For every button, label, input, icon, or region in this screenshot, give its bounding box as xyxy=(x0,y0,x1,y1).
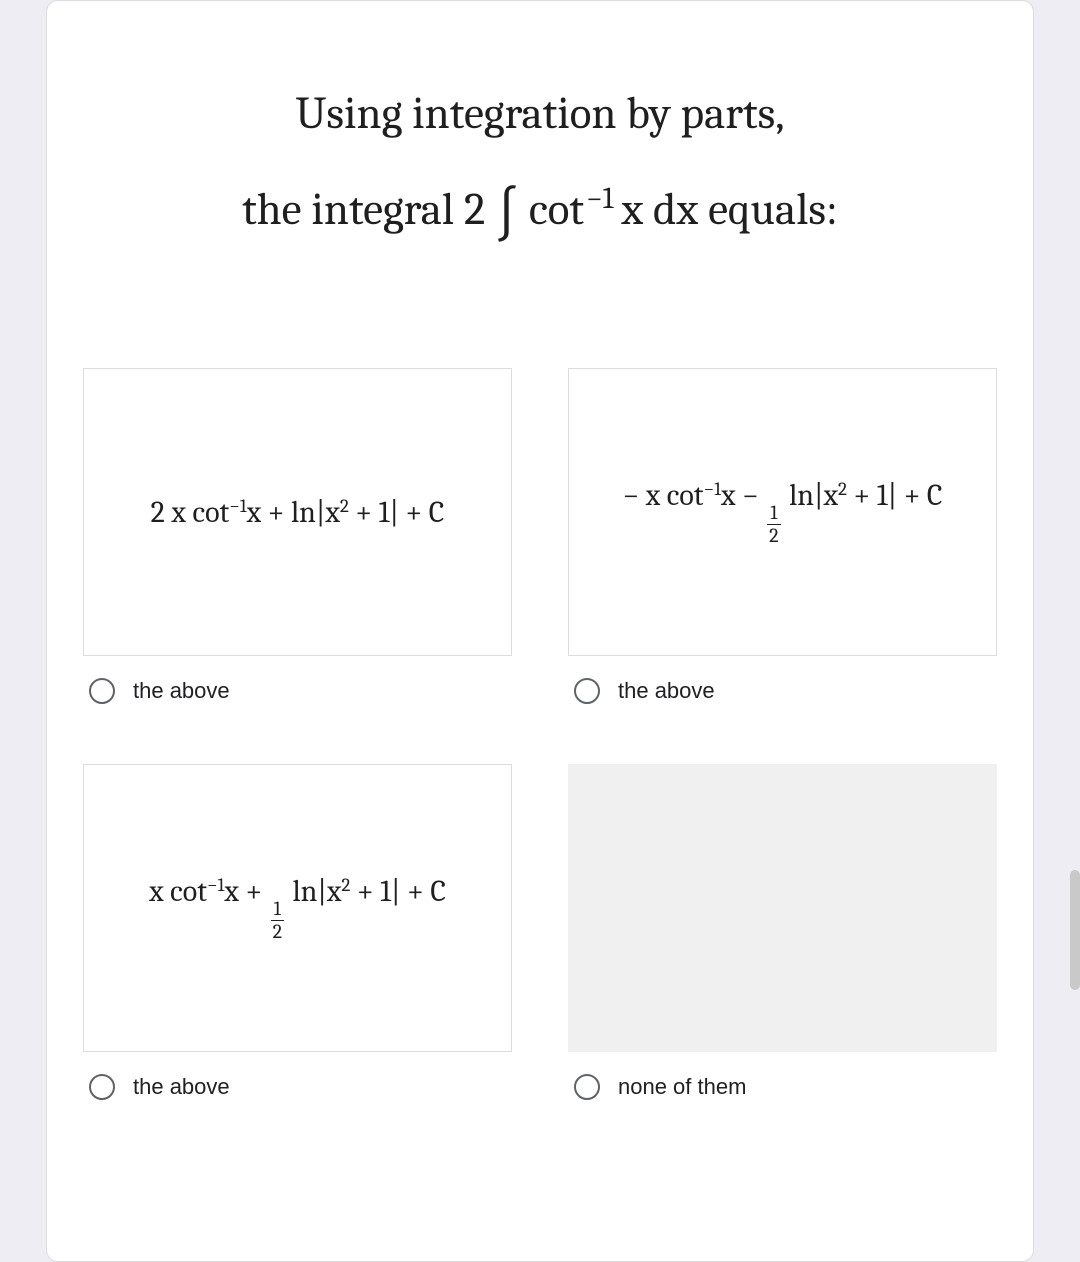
option-b-label: the above xyxy=(618,678,715,704)
option-b: − x cot−1x − 12 ln|x2 + 1| + C the above xyxy=(568,368,997,704)
option-a: 2 x cot−1x + ln|x2 + 1| + C the above xyxy=(83,368,512,704)
scrollbar-thumb[interactable] xyxy=(1070,870,1080,990)
question-card: Using integration by parts, the integral… xyxy=(46,0,1034,1262)
radio-circle-icon xyxy=(574,678,600,704)
integral-icon: ∫ xyxy=(495,182,519,246)
option-c-label: the above xyxy=(133,1074,230,1100)
option-d: none of them xyxy=(568,764,997,1100)
question-line-1: Using integration by parts, xyxy=(83,87,997,141)
option-a-expression: 2 x cot−1x + ln|x2 + 1| + C xyxy=(83,368,512,656)
options-grid: 2 x cot−1x + ln|x2 + 1| + C the above − … xyxy=(83,368,997,1100)
option-b-expression: − x cot−1x − 12 ln|x2 + 1| + C xyxy=(568,368,997,656)
radio-circle-icon xyxy=(89,678,115,704)
option-a-radio[interactable]: the above xyxy=(83,678,512,704)
radio-circle-icon xyxy=(574,1074,600,1100)
option-d-placeholder xyxy=(568,764,997,1052)
option-c: x cot−1x + 12 ln|x2 + 1| + C the above xyxy=(83,764,512,1100)
option-c-radio[interactable]: the above xyxy=(83,1074,512,1100)
option-d-radio[interactable]: none of them xyxy=(568,1074,997,1100)
option-b-radio[interactable]: the above xyxy=(568,678,997,704)
option-d-label: none of them xyxy=(618,1074,746,1100)
radio-circle-icon xyxy=(89,1074,115,1100)
question-line-2: the integral 2 ∫ cot−1 x dx equals: xyxy=(83,181,997,248)
option-c-expression: x cot−1x + 12 ln|x2 + 1| + C xyxy=(83,764,512,1052)
option-a-label: the above xyxy=(133,678,230,704)
question-text: Using integration by parts, the integral… xyxy=(83,87,997,248)
